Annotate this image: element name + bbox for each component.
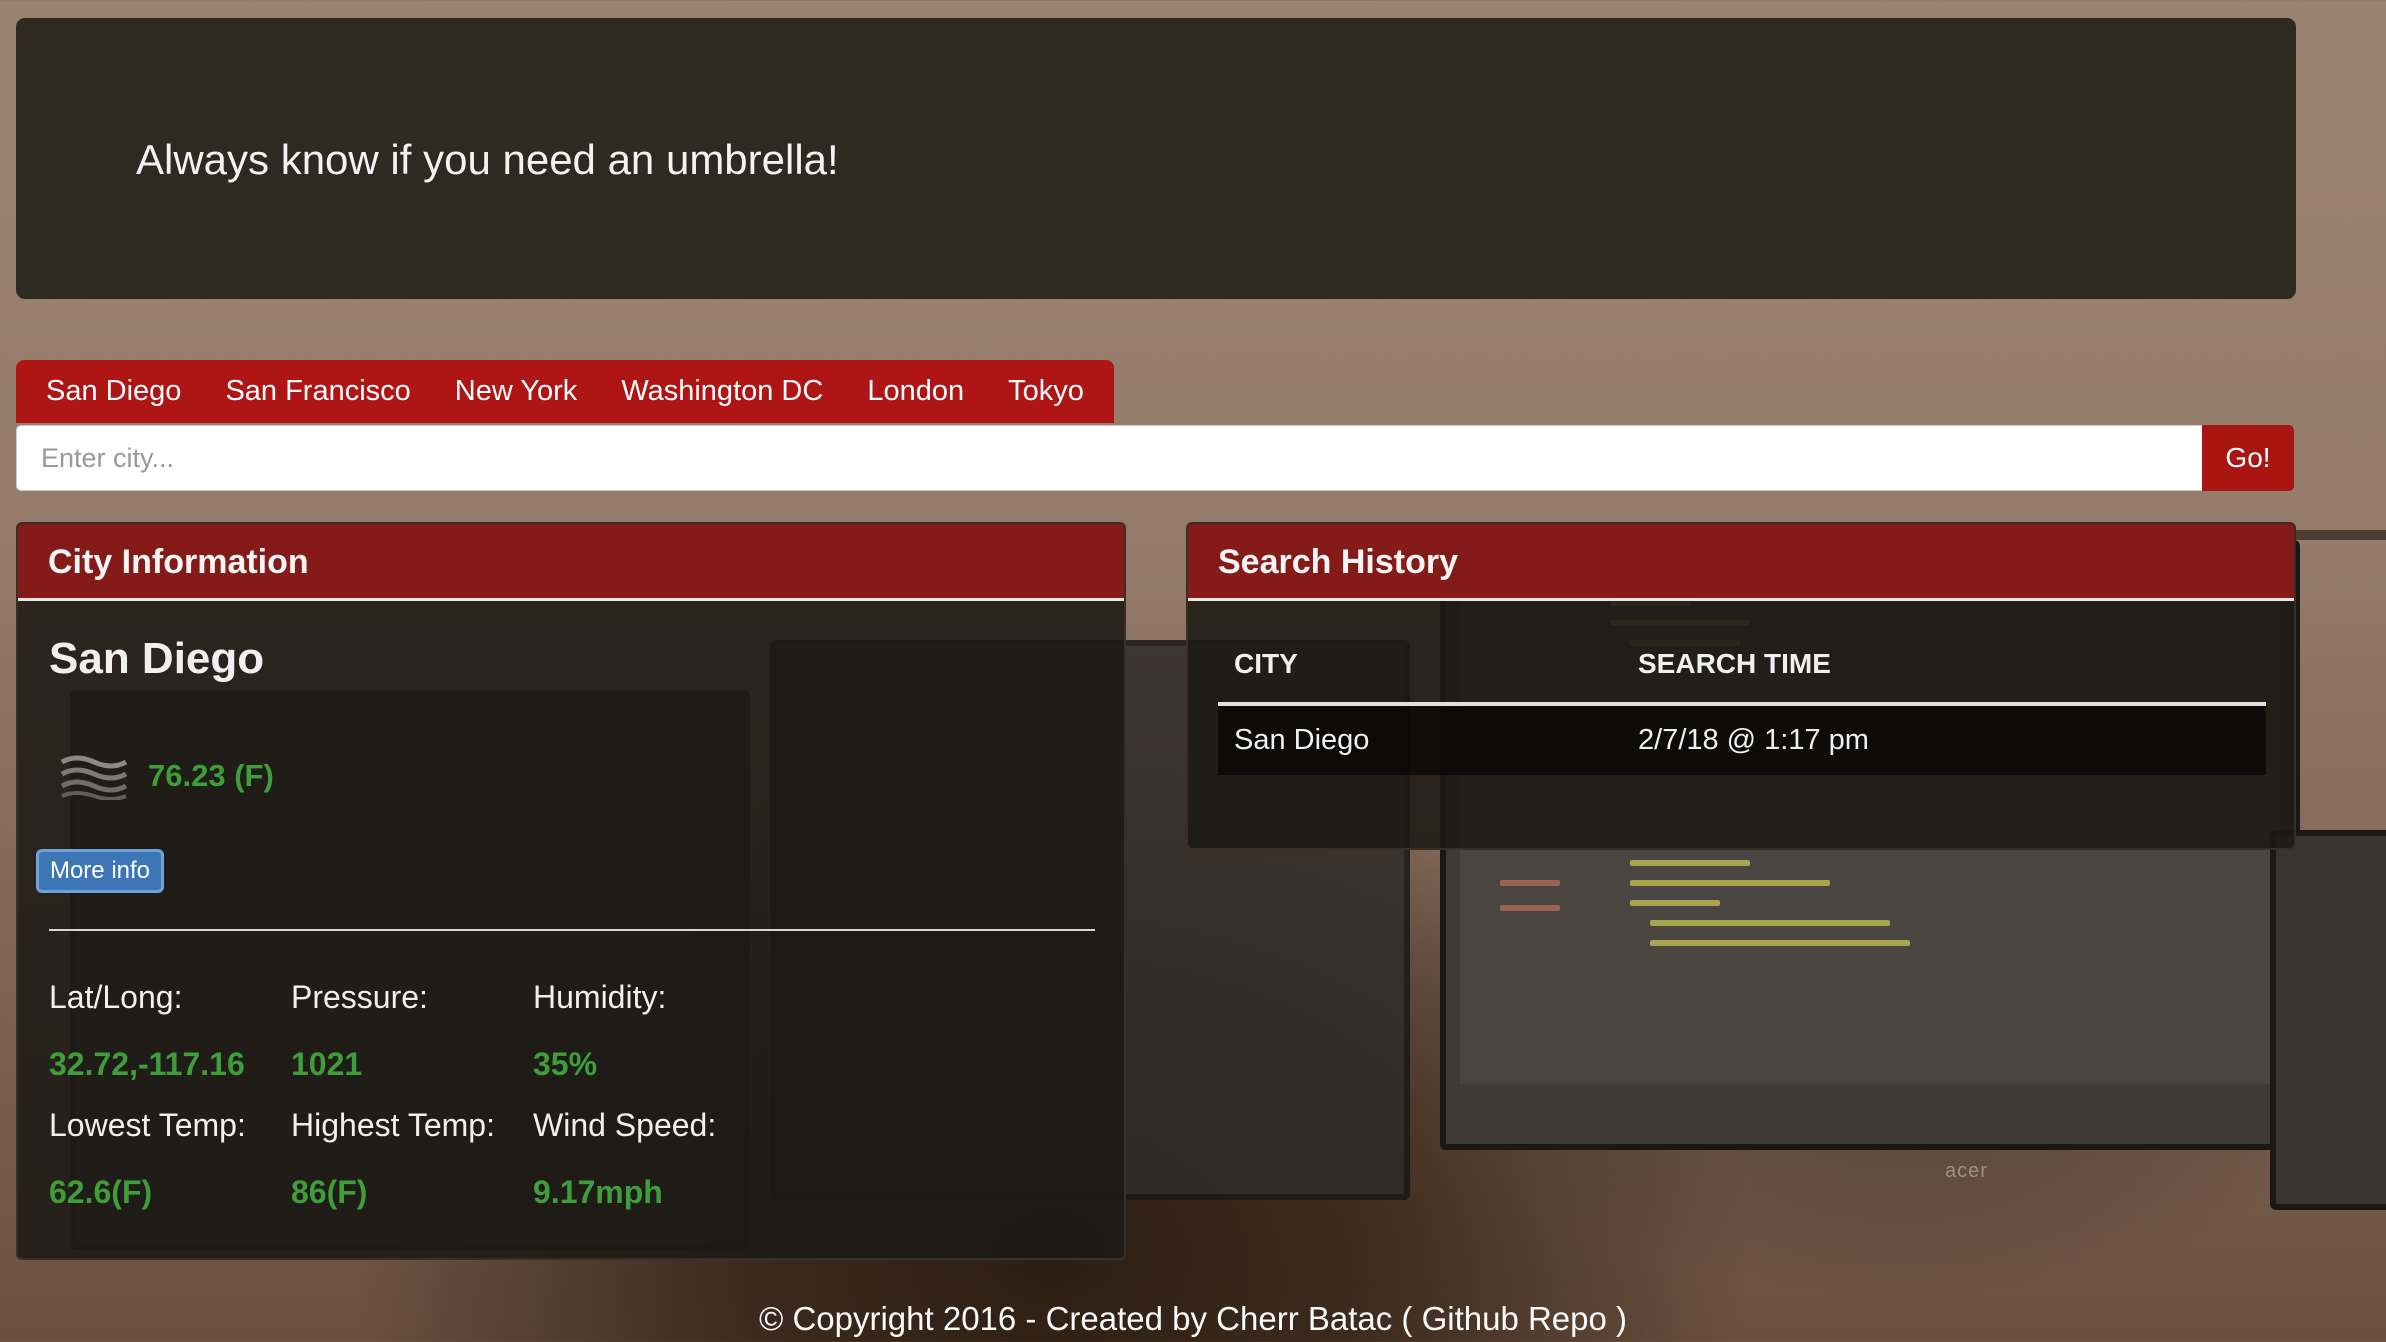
stat-label: Lat/Long: [49, 979, 183, 1015]
background-monitor-right [2270, 830, 2386, 1210]
stat-lowest-temp: Lowest Temp: 62.6(F) [49, 1107, 246, 1211]
column-header-city: CITY [1218, 634, 1622, 706]
go-button[interactable]: Go! [2202, 425, 2294, 491]
city-quick-tabs: San Diego San Francisco New York Washing… [16, 360, 1114, 423]
background-code-line [1630, 880, 1830, 886]
stat-label: Wind Speed: [533, 1107, 717, 1143]
background-code-line [1500, 880, 1560, 886]
background-code-line [1650, 940, 1910, 946]
stat-value: 35% [533, 1046, 598, 1082]
more-info-button[interactable]: More info [36, 849, 164, 893]
tagline: Always know if you need an umbrella! [136, 136, 839, 183]
stat-label: Highest Temp: [291, 1107, 495, 1143]
city-tab-new-york[interactable]: New York [433, 360, 600, 423]
city-tab-tokyo[interactable]: Tokyo [986, 360, 1106, 423]
city-tab-london[interactable]: London [845, 360, 986, 423]
city-tab-washington-dc[interactable]: Washington DC [599, 360, 845, 423]
current-weather: 76.23 (F) [58, 752, 274, 800]
background-code-line [1630, 860, 1750, 866]
stat-value: 9.17mph [533, 1174, 663, 1210]
search-history-table: CITY SEARCH TIME San Diego 2/7/18 @ 1:17… [1218, 634, 2266, 775]
history-time-cell: 2/7/18 @ 1:17 pm [1622, 704, 2266, 775]
city-tab-san-francisco[interactable]: San Francisco [203, 360, 432, 423]
stat-wind-speed: Wind Speed: 9.17mph [533, 1107, 716, 1211]
header-jumbotron: Always know if you need an umbrella! [16, 18, 2296, 299]
background-monitor-brand: acer [1945, 1160, 1988, 1182]
city-tab-san-diego[interactable]: San Diego [24, 360, 203, 423]
city-information-heading: City Information [18, 524, 1124, 601]
stat-value: 86(F) [291, 1174, 368, 1210]
background-code-line [1630, 900, 1720, 906]
stat-label: Lowest Temp: [49, 1107, 246, 1143]
stat-label: Humidity: [533, 979, 667, 1015]
city-information-panel: City Information San Diego 76.23 (F) Mor… [16, 522, 1126, 1260]
footer-copyright: © Copyright 2016 - Created by Cherr Bata… [758, 1300, 1628, 1337]
stat-label: Pressure: [291, 979, 428, 1015]
background-code-line [1650, 920, 1890, 926]
stat-humidity: Humidity: 35% [533, 979, 666, 1083]
search-history-panel: Search History CITY SEARCH TIME San Dieg… [1186, 522, 2296, 850]
divider [49, 929, 1095, 931]
stat-pressure: Pressure: 1021 [291, 979, 428, 1083]
stat-value: 32.72,-117.16 [49, 1046, 245, 1082]
stat-highest-temp: Highest Temp: 86(F) [291, 1107, 495, 1211]
history-city-cell: San Diego [1218, 704, 1622, 775]
table-row[interactable]: San Diego 2/7/18 @ 1:17 pm [1218, 704, 2266, 775]
search-history-heading: Search History [1188, 524, 2294, 601]
search-bar: Go! [16, 425, 2294, 491]
background-code-line [1500, 905, 1560, 911]
table-header-row: CITY SEARCH TIME [1218, 634, 2266, 706]
column-header-search-time: SEARCH TIME [1622, 634, 2266, 706]
city-search-input[interactable] [16, 425, 2202, 491]
mist-icon [60, 755, 128, 800]
stat-value: 62.6(F) [49, 1174, 153, 1210]
stat-lat-long: Lat/Long: 32.72,-117.16 [49, 979, 245, 1083]
current-temperature: 76.23 (F) [148, 758, 274, 793]
stat-value: 1021 [291, 1046, 363, 1082]
city-name: San Diego [49, 634, 265, 683]
